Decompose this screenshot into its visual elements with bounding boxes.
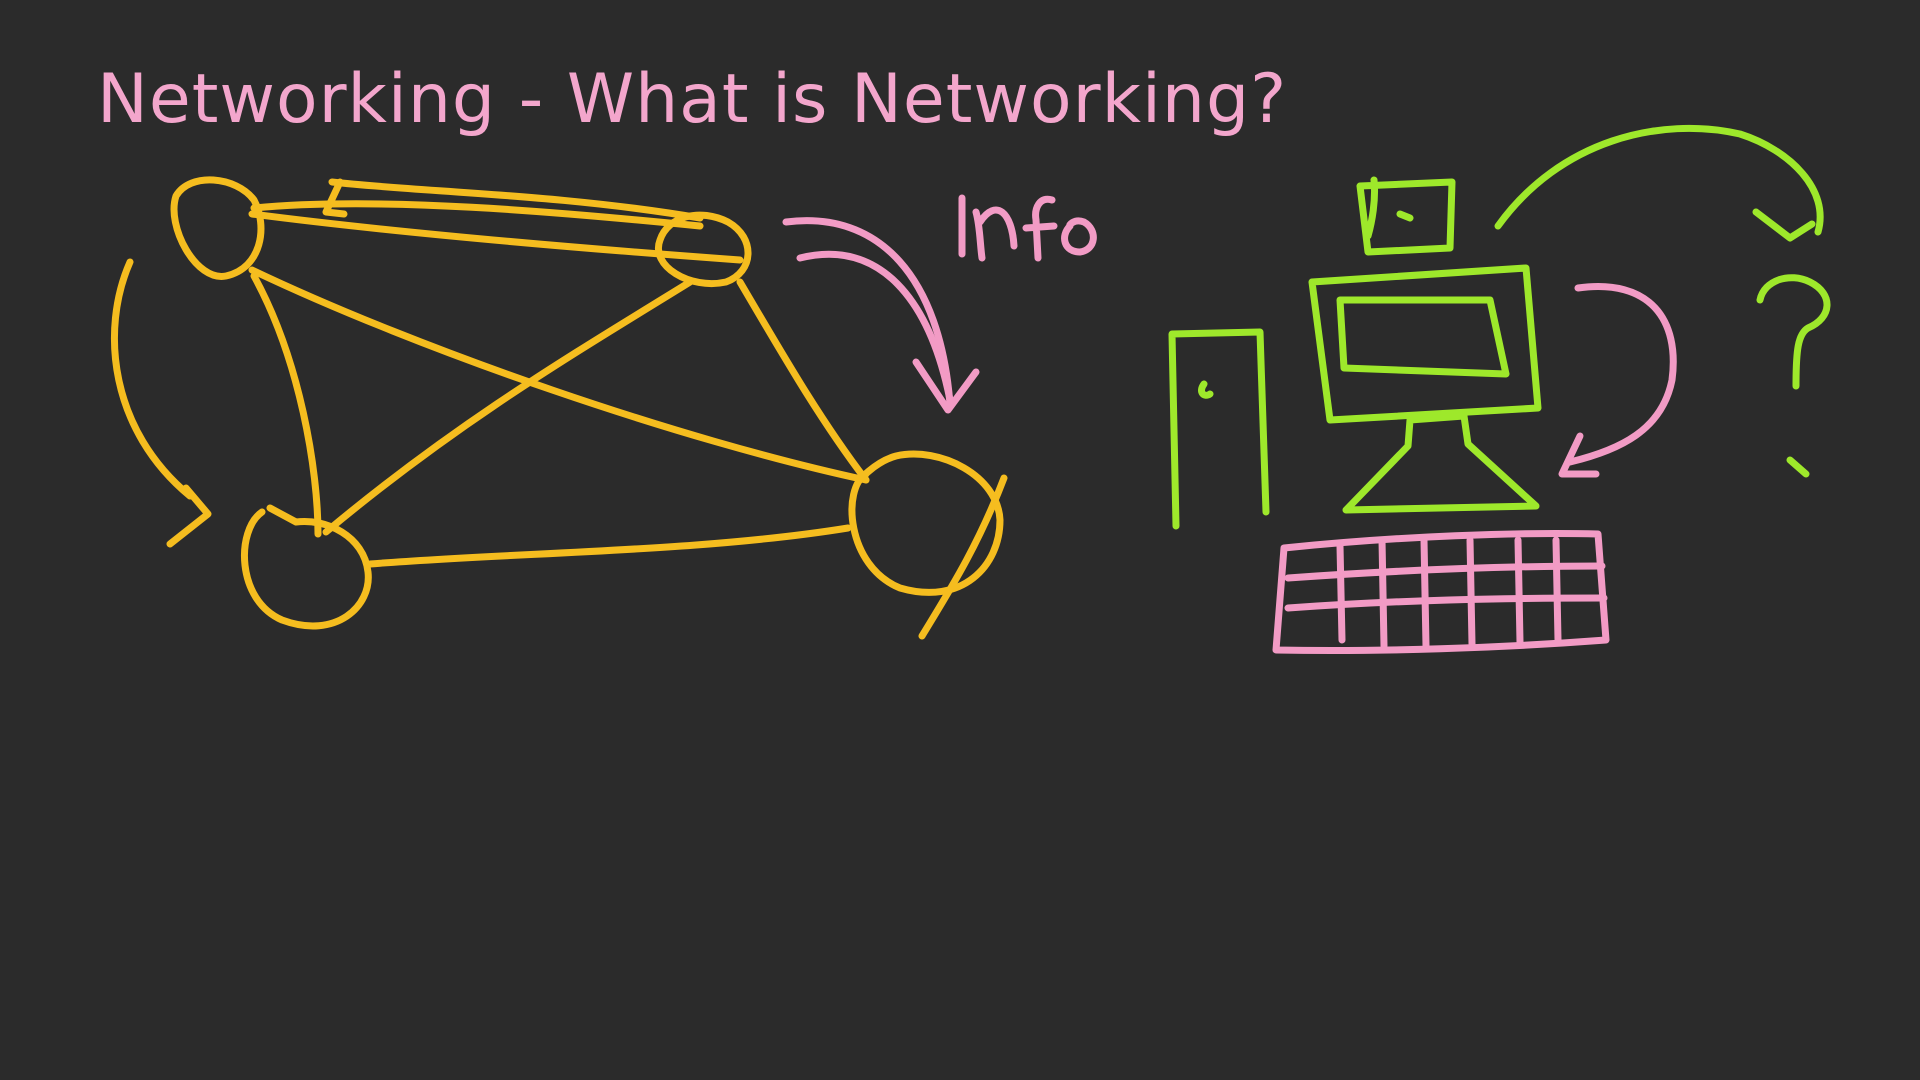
computer-arrow (1494, 124, 1824, 236)
keyboard-key-divider (1514, 536, 1524, 646)
network-edge (366, 524, 852, 568)
computer-screen (1336, 296, 1510, 378)
network-edge (322, 278, 694, 536)
network-edge (250, 272, 322, 538)
keyboard-key-divider (1378, 536, 1388, 650)
keyboard-arrow (1566, 283, 1677, 466)
keyboard-key-divider (1466, 536, 1476, 648)
network-arrow-top-head (322, 178, 348, 218)
network-arrow-left (111, 258, 194, 500)
info-label-handwriting (958, 194, 1097, 262)
network-edge (248, 266, 870, 484)
keyboard-key-divider (1552, 536, 1562, 644)
network-node-top-left (170, 176, 265, 280)
tower-button (1198, 380, 1214, 399)
computer-arrow-head (1752, 208, 1816, 242)
whiteboard: Networking - What is Networking? info ? (0, 0, 1920, 1080)
webcam-dot (1396, 210, 1414, 222)
info-annotation: info (782, 194, 1097, 414)
keyboard-key-divider (1420, 536, 1430, 650)
keyboard-key-divider (1336, 542, 1346, 644)
keyboard-icon (1272, 283, 1677, 655)
computer-stand (1342, 412, 1540, 514)
network-graph-icon (111, 176, 1008, 640)
question-mark-text: ? (1790, 329, 1791, 331)
question-mark-icon (1756, 274, 1831, 390)
desktop-computer-icon: ? (1168, 124, 1831, 530)
network-node-bottom-left (241, 504, 372, 630)
drawing-canvas: info ? (111, 124, 1831, 655)
network-node-bottom-right (848, 450, 1004, 596)
computer-tower-icon (1168, 328, 1270, 530)
question-mark-dot (1786, 456, 1810, 478)
network-arrow-left-head (166, 484, 212, 548)
